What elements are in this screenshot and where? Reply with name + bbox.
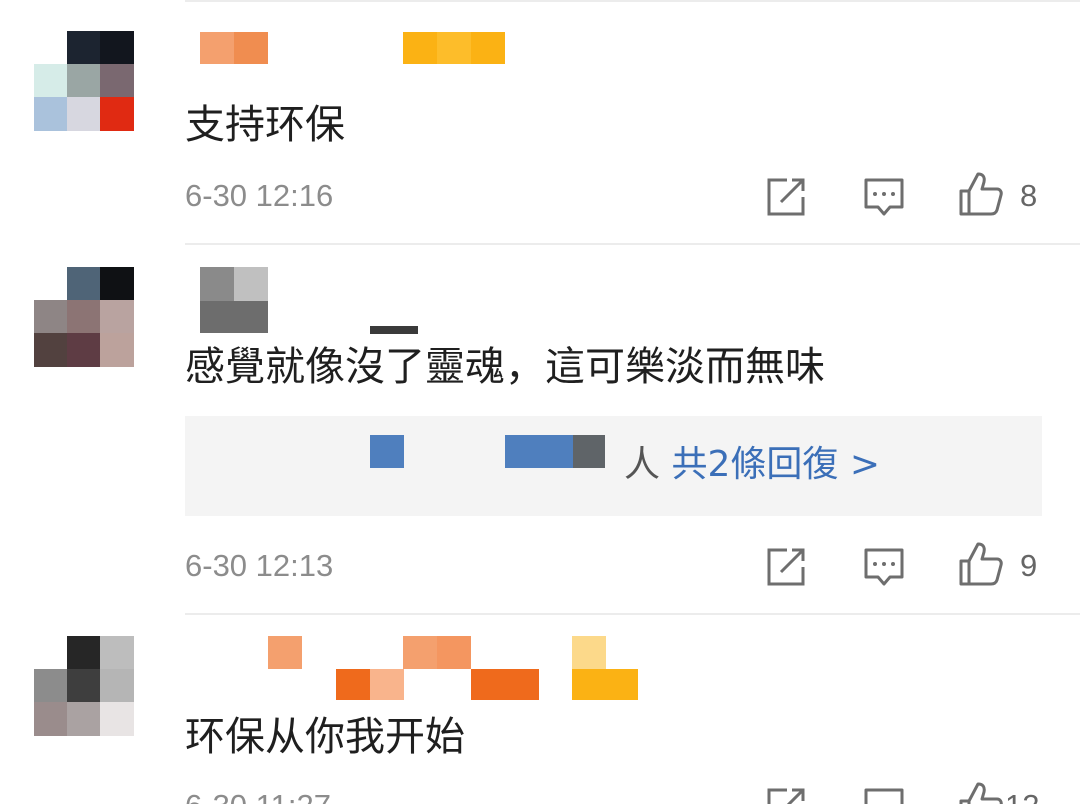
comment-icon[interactable]	[863, 547, 905, 587]
comment-time: 6-30 12:16	[185, 178, 334, 213]
divider	[185, 243, 1080, 245]
avatar[interactable]	[34, 636, 134, 736]
share-icon[interactable]	[765, 547, 807, 587]
comment-icon[interactable]	[863, 177, 905, 217]
avatar[interactable]	[34, 31, 134, 131]
divider	[185, 0, 1080, 2]
thumbs-up-icon[interactable]	[958, 781, 1004, 804]
comment-icon[interactable]	[863, 787, 905, 804]
like-count: 9	[1020, 548, 1038, 583]
comment-text: 环保从你我开始	[185, 714, 465, 760]
comment-text: 支持环保	[185, 102, 345, 148]
reply-link[interactable]: 共2條回復 >	[671, 444, 880, 485]
comment-text: 感覺就像沒了靈魂，這可樂淡而無味	[185, 344, 825, 390]
divider	[185, 613, 1080, 615]
comment-time: 6-30 11:27	[185, 788, 331, 804]
reply-count-link[interactable]: 人 共2條回復 >	[624, 443, 880, 487]
avatar[interactable]	[34, 267, 134, 367]
like-count: 12	[1005, 788, 1039, 804]
thumbs-up-icon[interactable]	[958, 541, 1004, 587]
share-icon[interactable]	[765, 787, 807, 804]
thumbs-up-icon[interactable]	[958, 171, 1004, 217]
like-count: 8	[1020, 178, 1038, 213]
comment-footer-clipped: 6-30 11:27 12	[0, 780, 1080, 804]
comment-time: 6-30 12:13	[185, 548, 334, 583]
share-icon[interactable]	[765, 177, 807, 217]
reply-preview[interactable]	[185, 416, 1042, 516]
reply-suffix: 人	[624, 444, 661, 485]
